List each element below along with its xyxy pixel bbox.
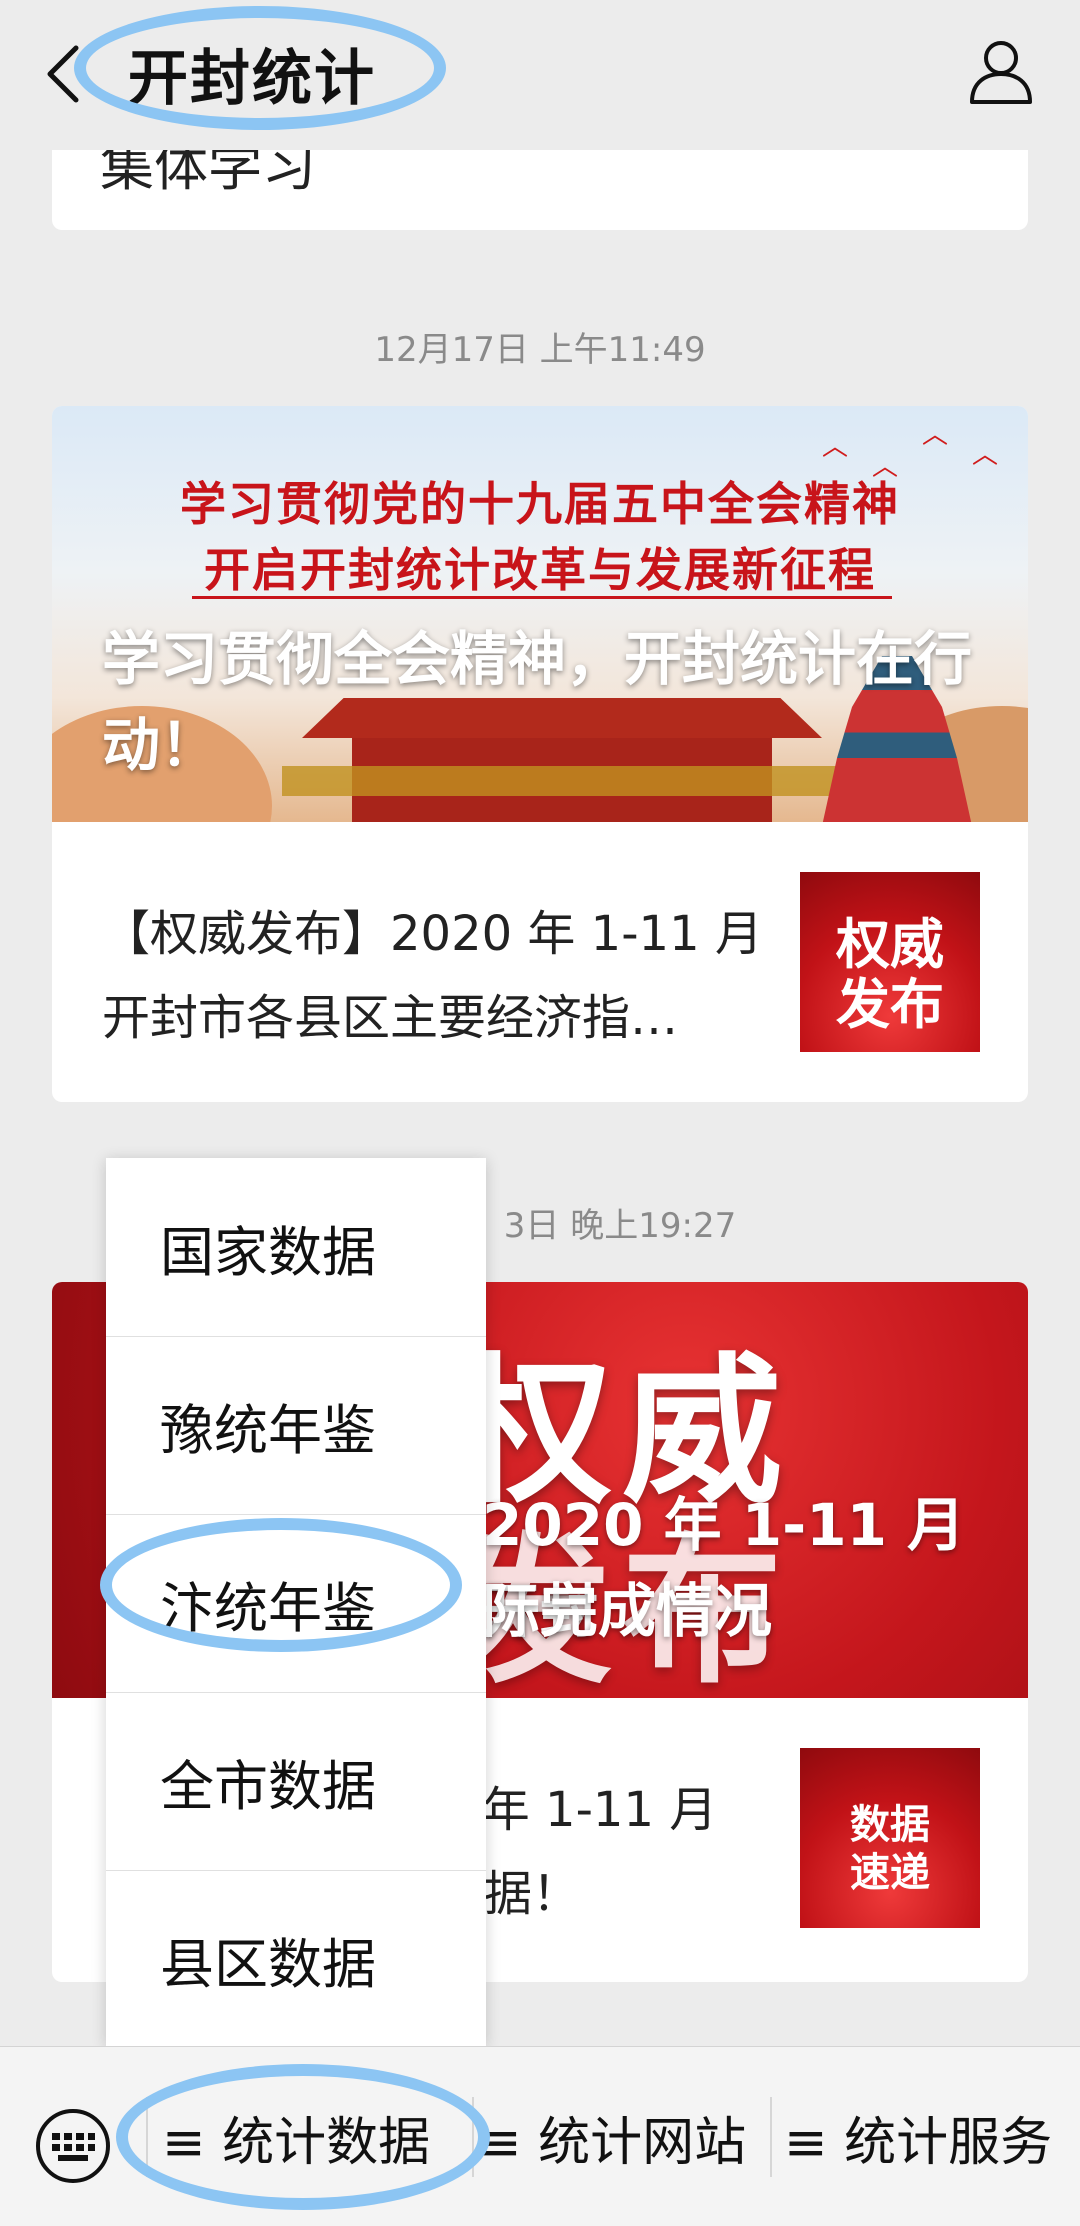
tab-divider bbox=[146, 2097, 148, 2177]
sub-article-title-line2: 数据！ bbox=[436, 1866, 581, 1922]
menu-item-henan-yearbook[interactable]: 豫统年鉴 bbox=[106, 1336, 486, 1514]
bottom-menu-bar: ≡ 统计数据 ≡ 统计网站 ≡ 统计服务 bbox=[0, 2046, 1080, 2226]
sub-article-title: 【权威发布】2020 年 1-11 月 开封市各县区主要经济指… bbox=[102, 892, 802, 1060]
bird-icon: ︿ bbox=[972, 440, 999, 470]
tab-statistics-data[interactable]: ≡ 统计数据 bbox=[162, 2047, 430, 2226]
statistics-data-submenu: 国家数据 豫统年鉴 汴统年鉴 全市数据 县区数据 bbox=[106, 1158, 486, 2046]
menu-item-national-data[interactable]: 国家数据 bbox=[106, 1158, 486, 1336]
top-nav-bar: 开封统计 bbox=[0, 0, 1080, 150]
thumbnail-text-line2: 发布 bbox=[836, 973, 944, 1036]
sub-article-title-line1: 0 年 1-11 月 bbox=[436, 1782, 718, 1838]
banner-divider bbox=[192, 596, 892, 599]
keyboard-icon[interactable] bbox=[34, 2107, 112, 2185]
message-timestamp: 12月17日 上午11:49 bbox=[374, 330, 706, 370]
page-title: 开封统计 bbox=[128, 44, 376, 114]
thumbnail-text-line2: 速递 bbox=[850, 1850, 930, 1896]
sub-article-item[interactable]: 【权威发布】2020 年 1-11 月 开封市各县区主要经济指… 权威 发布 bbox=[52, 822, 1028, 1102]
article-card[interactable]: ︿ ︿ ︿ ︿ 学习贯彻党的十九届五中全会精神 开启开封统计改革与发展新征程 学… bbox=[52, 406, 1028, 1102]
menu-item-kaifeng-yearbook[interactable]: 汴统年鉴 bbox=[106, 1514, 486, 1692]
tab-statistics-website[interactable]: ≡ 统计网站 bbox=[478, 2047, 746, 2226]
menu-item-city-data[interactable]: 全市数据 bbox=[106, 1692, 486, 1870]
previous-article-title: 集体学习 bbox=[100, 150, 316, 198]
article-title-line2: 际完成情况 bbox=[482, 1577, 773, 1645]
banner-headline-line2: 开启开封统计改革与发展新征程 bbox=[204, 543, 876, 597]
article-title: 学习贯彻全会精神，开封统计在行动！ bbox=[102, 625, 973, 779]
banner-headline-line1: 学习贯彻党的十九届五中全会精神 bbox=[180, 477, 900, 531]
sub-article-title-line1: 【权威发布】2020 年 1-11 月 bbox=[102, 906, 763, 962]
bird-icon: ︿ bbox=[822, 432, 849, 462]
tab-statistics-service[interactable]: ≡ 统计服务 bbox=[784, 2047, 1052, 2226]
back-arrow-icon[interactable] bbox=[44, 44, 84, 104]
sub-article-thumbnail: 权威 发布 bbox=[800, 872, 980, 1052]
tab-divider bbox=[472, 2097, 474, 2177]
sub-article-title: 0 年 1-11 月 数据！ bbox=[436, 1768, 816, 1936]
bird-icon: ︿ bbox=[922, 420, 949, 450]
previous-article-card[interactable]: 集体学习 bbox=[52, 150, 1028, 230]
article-cover-image[interactable]: ︿ ︿ ︿ ︿ 学习贯彻党的十九届五中全会精神 开启开封统计改革与发展新征程 学… bbox=[52, 406, 1028, 822]
sub-article-title-line2: 开封市各县区主要经济指… bbox=[102, 990, 679, 1046]
user-profile-icon[interactable] bbox=[966, 36, 1036, 106]
tab-divider bbox=[770, 2097, 772, 2177]
sub-article-thumbnail: 数据 速递 bbox=[800, 1748, 980, 1928]
menu-item-county-data[interactable]: 县区数据 bbox=[106, 1870, 486, 2048]
